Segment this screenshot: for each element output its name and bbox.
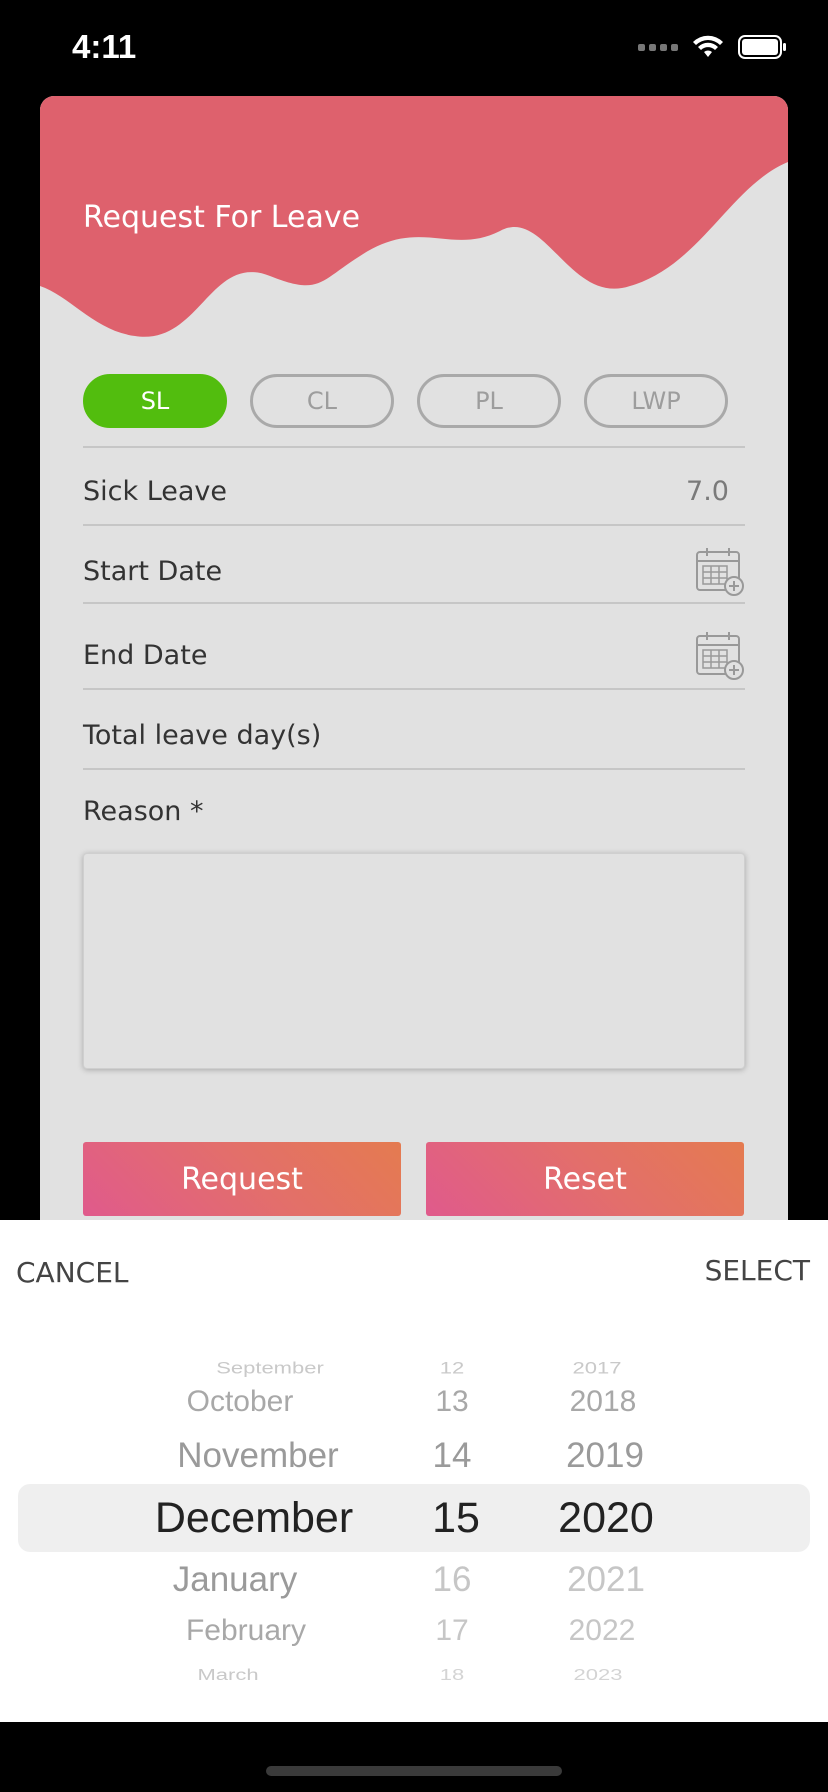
reason-textarea[interactable] xyxy=(83,853,745,1069)
day-option[interactable]: 17 xyxy=(402,1614,502,1648)
calendar-add-icon[interactable] xyxy=(695,546,745,596)
year-option[interactable]: 2023 xyxy=(538,1666,658,1684)
year-option[interactable]: 2022 xyxy=(542,1614,662,1648)
reason-label: Reason * xyxy=(83,796,204,827)
calendar-add-icon[interactable] xyxy=(695,630,745,680)
start-date-label: Start Date xyxy=(83,556,223,587)
year-option[interactable]: 2017 xyxy=(537,1358,657,1378)
total-leave-days-label: Total leave day(s) xyxy=(83,720,322,751)
year-option[interactable]: 2019 xyxy=(545,1436,665,1476)
month-option[interactable]: January xyxy=(115,1560,355,1600)
month-option[interactable]: March xyxy=(108,1666,348,1684)
sick-leave-row: Sick Leave 7.0 xyxy=(83,448,745,526)
request-button[interactable]: Request xyxy=(83,1142,401,1216)
leave-request-card: Request For Leave SL CL PL LWP Sick Leav… xyxy=(40,96,788,1256)
leave-type-pl-button[interactable]: PL xyxy=(417,374,561,428)
day-option[interactable]: 12 xyxy=(402,1358,502,1378)
day-option[interactable]: 13 xyxy=(402,1385,502,1419)
select-button[interactable]: SELECT xyxy=(705,1254,810,1287)
day-option[interactable]: 18 xyxy=(402,1666,502,1684)
day-option[interactable]: 16 xyxy=(402,1560,502,1600)
page-title: Request For Leave xyxy=(83,200,361,235)
sick-leave-balance: 7.0 xyxy=(686,476,729,507)
month-option-selected[interactable]: December xyxy=(134,1494,374,1543)
start-date-field[interactable]: Start Date xyxy=(83,526,745,604)
leave-type-sl-button[interactable]: SL xyxy=(83,374,227,428)
reset-button[interactable]: Reset xyxy=(426,1142,744,1216)
end-date-field[interactable]: End Date xyxy=(83,604,745,690)
month-option[interactable]: October xyxy=(120,1385,360,1419)
leave-type-lwp-button[interactable]: LWP xyxy=(584,374,728,428)
year-option-selected[interactable]: 2020 xyxy=(546,1494,666,1543)
year-option[interactable]: 2021 xyxy=(546,1560,666,1600)
battery-icon xyxy=(738,35,786,59)
end-date-label: End Date xyxy=(83,640,208,671)
status-icons xyxy=(638,34,788,60)
month-option[interactable]: November xyxy=(138,1436,378,1476)
month-option[interactable]: February xyxy=(126,1614,366,1648)
wifi-icon xyxy=(693,35,723,57)
total-leave-days-row: Total leave day(s) xyxy=(83,690,745,770)
status-time: 4:11 xyxy=(72,28,137,65)
day-option[interactable]: 14 xyxy=(402,1436,502,1476)
leave-type-cl-button[interactable]: CL xyxy=(250,374,394,428)
leave-type-selector: SL CL PL LWP xyxy=(83,374,728,428)
month-option[interactable]: September xyxy=(150,1358,390,1378)
date-picker-sheet: CANCEL SELECT September October November… xyxy=(0,1220,828,1722)
year-option[interactable]: 2018 xyxy=(543,1385,663,1419)
cancel-button[interactable]: CANCEL xyxy=(16,1256,129,1289)
home-indicator[interactable] xyxy=(266,1766,562,1776)
sick-leave-label: Sick Leave xyxy=(83,476,228,507)
cellular-signal-icon xyxy=(638,43,678,51)
day-option-selected[interactable]: 15 xyxy=(406,1494,506,1543)
